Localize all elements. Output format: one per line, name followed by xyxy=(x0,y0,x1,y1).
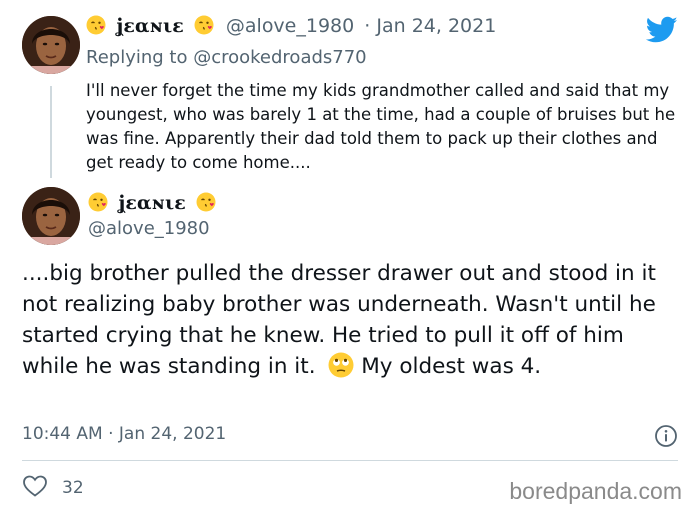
replying-to-line: Replying to @crookedroads770 xyxy=(86,47,367,68)
main-tweet-body: ....big brother pulled the dresser drawe… xyxy=(22,258,682,382)
main-tweet-text-part2: My oldest was 4. xyxy=(361,354,542,379)
face-blowing-kiss-icon xyxy=(86,15,106,35)
avatar[interactable] xyxy=(22,16,80,74)
heart-icon[interactable] xyxy=(22,474,48,502)
twitter-bird-icon[interactable] xyxy=(645,16,678,44)
main-tweet-header: ʝɛαɴιɛ xyxy=(88,192,216,214)
watermark: boredpanda.com xyxy=(509,478,682,504)
like-button[interactable]: 32 xyxy=(22,474,84,502)
replying-to-handle[interactable]: @crookedroads770 xyxy=(193,47,366,68)
reply-tweet-header: ʝɛαɴιɛ @alove_1980 · Jan 24, 2021 xyxy=(86,15,496,37)
face-blowing-kiss-icon xyxy=(88,192,108,212)
like-count: 32 xyxy=(62,478,84,498)
thread-connector-line xyxy=(50,86,52,178)
tweet-date[interactable]: · Jan 24, 2021 xyxy=(364,15,496,37)
reply-tweet-body: I'll never forget the time my kids grand… xyxy=(86,81,676,172)
avatar[interactable] xyxy=(22,187,80,245)
face-blowing-kiss-icon xyxy=(196,192,216,212)
display-name[interactable]: ʝɛαɴιɛ xyxy=(116,15,184,37)
info-icon[interactable] xyxy=(654,424,678,448)
face-with-rolling-eyes-icon xyxy=(328,352,354,378)
user-handle[interactable]: @alove_1980 xyxy=(226,15,354,37)
face-blowing-kiss-icon xyxy=(194,15,214,35)
replying-to-label: Replying to xyxy=(86,47,188,68)
tweet-screenshot: ʝɛαɴιɛ @alove_1980 · Jan 24, 2021 Replyi… xyxy=(0,0,700,514)
user-handle[interactable]: @alove_1980 xyxy=(88,218,210,239)
divider xyxy=(22,460,678,461)
display-name[interactable]: ʝɛαɴιɛ xyxy=(118,192,186,214)
tweet-timestamp[interactable]: 10:44 AM · Jan 24, 2021 xyxy=(22,424,226,444)
